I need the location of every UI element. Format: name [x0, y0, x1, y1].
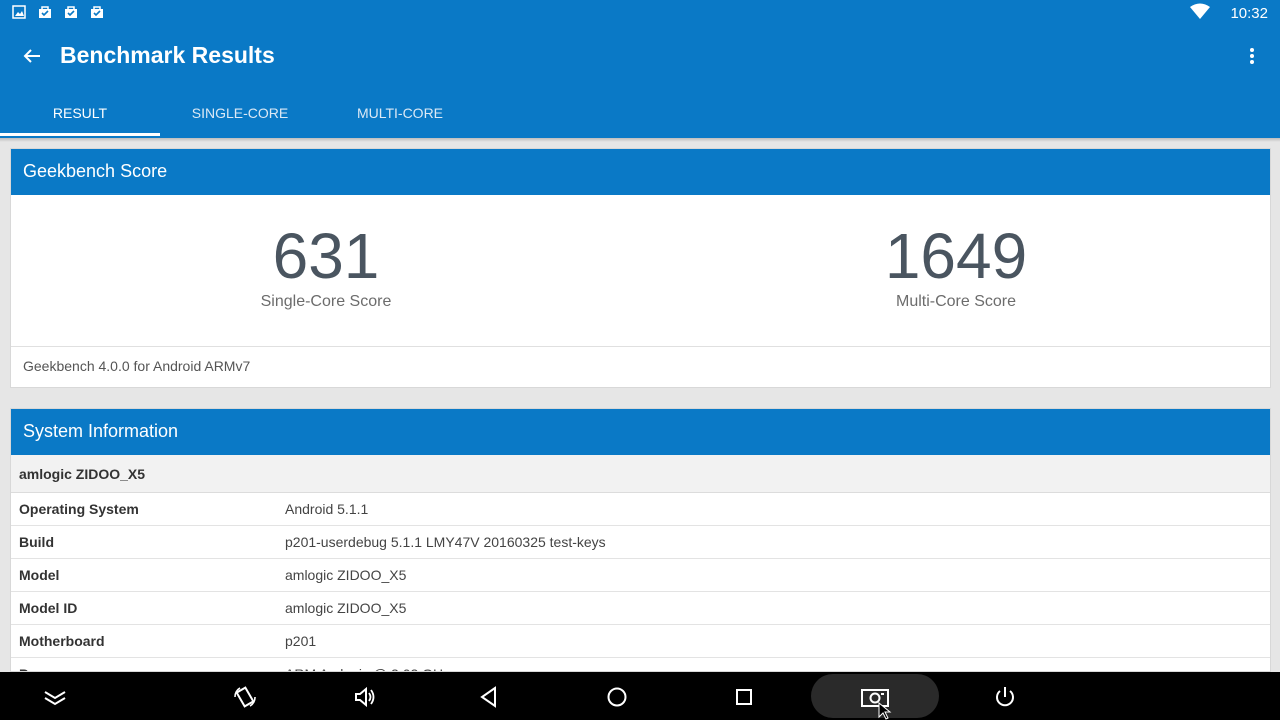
page-title: Benchmark Results	[60, 42, 275, 68]
rotate-screen-button[interactable]	[232, 684, 258, 710]
more-vertical-icon	[1250, 48, 1254, 64]
row-key: Motherboard	[19, 633, 105, 649]
home-button[interactable]	[604, 684, 630, 710]
table-row: Operating System Android 5.1.1	[11, 493, 1270, 526]
single-core-score: 631 Single-Core Score	[126, 221, 526, 311]
row-value: Android 5.1.1	[285, 501, 369, 517]
back-button[interactable]	[20, 44, 44, 68]
device-name: amlogic ZIDOO_X5	[11, 455, 1270, 493]
recents-button[interactable]	[731, 684, 757, 710]
row-value: p201	[285, 633, 317, 649]
row-key: Model ID	[19, 600, 78, 616]
volume-button[interactable]	[352, 684, 378, 710]
status-bar: 10:32	[0, 0, 1280, 24]
navigation-bar	[0, 672, 1280, 720]
score-card: Geekbench Score 631 Single-Core Score 16…	[10, 148, 1271, 388]
back-triangle-icon	[480, 686, 496, 708]
tab-multi-core[interactable]: MULTI-CORE	[320, 88, 480, 138]
system-info-header: System Information	[11, 409, 1270, 455]
tab-indicator	[0, 133, 160, 136]
row-value: ARM Amlogic @ 2.02 GHz	[285, 658, 450, 671]
recents-square-icon	[736, 689, 752, 705]
hide-navbar-button[interactable]	[42, 684, 68, 710]
table-row: Processor ARM Amlogic @ 2.02 GHz	[11, 658, 1270, 671]
power-icon	[996, 687, 1014, 707]
table-row: Motherboard p201	[11, 625, 1270, 658]
geekbench-version: Geekbench 4.0.0 for Android ARMv7	[23, 358, 251, 374]
home-circle-icon	[607, 687, 627, 707]
chevron-double-down-icon	[44, 691, 66, 706]
row-key: Processor	[19, 658, 87, 671]
single-core-score-label: Single-Core Score	[260, 293, 392, 310]
shopping-bag-icon	[64, 5, 78, 19]
status-right: 10:32	[1190, 3, 1268, 23]
overflow-menu-button[interactable]	[1246, 44, 1258, 68]
arrow-left-icon	[23, 49, 40, 63]
mouse-cursor-icon	[878, 702, 892, 720]
shopping-bag-icon	[38, 5, 52, 19]
system-info-card: System Information amlogic ZIDOO_X5 Oper…	[10, 408, 1271, 672]
tab-bar-shadow	[0, 138, 1280, 142]
multi-core-score: 1649 Multi-Core Score	[756, 221, 1156, 311]
row-key: Operating System	[19, 501, 139, 517]
row-value: p201-userdebug 5.1.1 LMY47V 20160325 tes…	[285, 534, 606, 550]
table-row: Model ID amlogic ZIDOO_X5	[11, 592, 1270, 625]
app-bar: Benchmark Results	[0, 24, 1280, 88]
multi-core-score-label: Multi-Core Score	[895, 293, 1017, 310]
score-row: 631 Single-Core Score 1649 Multi-Core Sc…	[11, 195, 1270, 347]
volume-icon	[355, 686, 375, 708]
back-nav-button[interactable]	[476, 684, 502, 710]
score-card-header: Geekbench Score	[11, 149, 1270, 195]
clock: 10:32	[1230, 4, 1268, 22]
table-row: Model amlogic ZIDOO_X5	[11, 559, 1270, 592]
multi-core-score-value: 1649	[884, 220, 1028, 292]
tab-result[interactable]: RESULT	[0, 88, 160, 138]
row-key: Model	[19, 567, 60, 583]
notification-icons	[12, 5, 104, 19]
row-value: amlogic ZIDOO_X5	[285, 567, 407, 583]
image-icon	[12, 5, 26, 19]
row-value: amlogic ZIDOO_X5	[285, 600, 407, 616]
tab-bar: RESULT SINGLE-CORE MULTI-CORE	[0, 88, 1280, 138]
wifi-icon	[1190, 3, 1211, 23]
tab-single-core[interactable]: SINGLE-CORE	[160, 88, 320, 138]
power-button[interactable]	[992, 684, 1018, 710]
row-key: Build	[19, 534, 54, 550]
single-core-score-value: 631	[272, 220, 380, 292]
screen-rotate-icon	[234, 686, 256, 708]
shopping-bag-icon	[90, 5, 104, 19]
table-row: Build p201-userdebug 5.1.1 LMY47V 201603…	[11, 526, 1270, 559]
